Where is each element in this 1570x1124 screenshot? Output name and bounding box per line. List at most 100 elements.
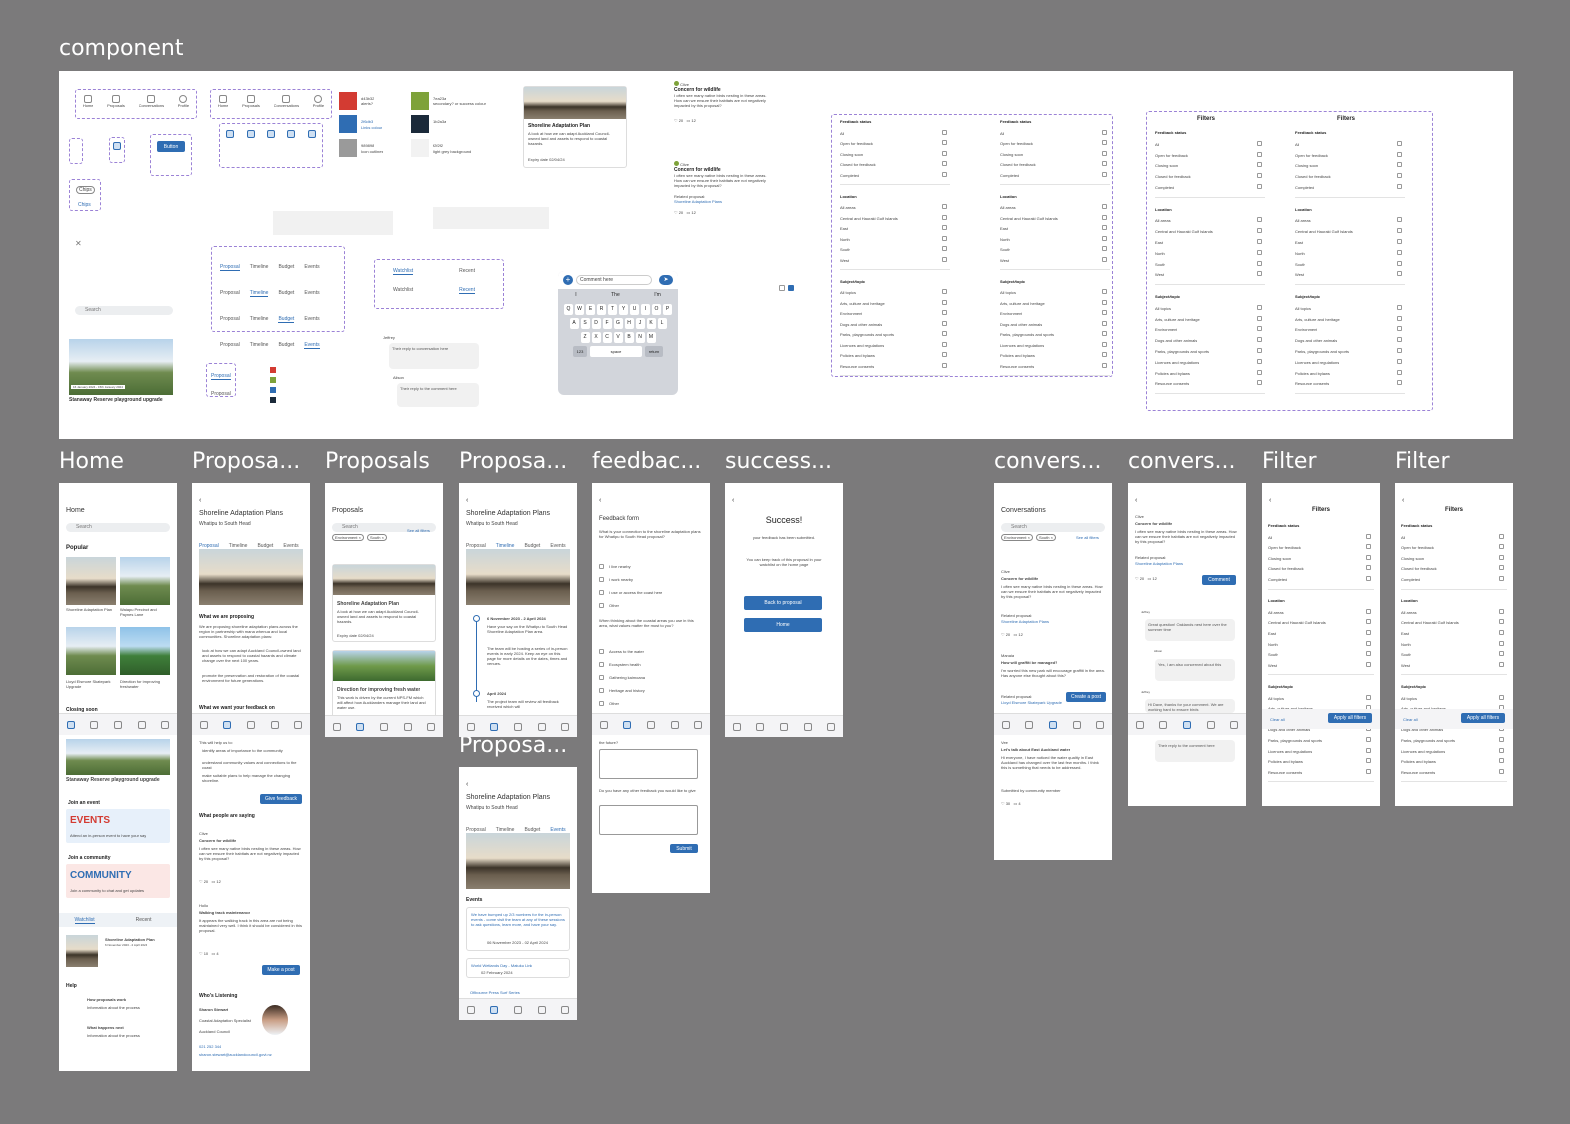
filter-checkbox[interactable] <box>942 320 947 326</box>
filter-option-label[interactable]: Environment <box>1155 327 1177 332</box>
filter-option-label[interactable]: North <box>1295 251 1305 256</box>
document-icon[interactable] <box>756 722 765 731</box>
filter-option-label[interactable]: Parks, playgrounds and sports <box>1000 332 1054 337</box>
clear-all-link[interactable]: Clear all <box>1270 717 1285 722</box>
closing-soon-image[interactable] <box>66 739 170 775</box>
filter-option-label[interactable]: Arts, culture and heritage <box>1155 317 1200 322</box>
filter-checkbox[interactable] <box>1366 608 1371 614</box>
chat-icon[interactable] <box>646 720 655 729</box>
filter-checkbox[interactable] <box>1257 337 1262 343</box>
filter-option-label[interactable]: Licences and regulations <box>1268 749 1312 754</box>
filter-option-label[interactable]: Policies and bylaws <box>1155 371 1190 376</box>
filter-checkbox[interactable] <box>1397 358 1402 364</box>
send-icon[interactable]: ➤ <box>659 275 673 285</box>
filter-option-label[interactable]: West <box>1268 663 1277 668</box>
filter-checkbox[interactable] <box>1257 358 1262 364</box>
filter-option-label[interactable]: Closing soon <box>1155 163 1178 168</box>
create-post-button[interactable]: Create a post <box>1066 692 1106 702</box>
chat-icon[interactable] <box>779 722 788 731</box>
filter-checkbox[interactable] <box>1397 304 1402 310</box>
filter-checkbox[interactable] <box>1499 554 1504 560</box>
filter-option-label[interactable]: South <box>1155 262 1165 267</box>
feedback-textarea-2[interactable] <box>599 805 698 835</box>
filter-checkbox[interactable] <box>1257 249 1262 255</box>
back-icon[interactable]: ‹ <box>466 781 468 788</box>
filter-checkbox[interactable] <box>1499 768 1504 774</box>
option-checkbox[interactable] <box>599 675 604 680</box>
filter-checkbox[interactable] <box>1102 235 1107 241</box>
search-input-component[interactable]: Search <box>75 306 173 315</box>
home-button[interactable]: Home <box>744 618 822 632</box>
key-h[interactable]: H <box>624 318 634 329</box>
filter-checkbox[interactable] <box>1102 129 1107 135</box>
key-c[interactable]: C <box>602 332 612 343</box>
back-icon[interactable]: ‹ <box>1269 497 1271 504</box>
filter-checkbox[interactable] <box>1397 326 1402 332</box>
feedback-option[interactable]: Access to the water <box>599 648 703 661</box>
filter-checkbox[interactable] <box>1499 608 1504 614</box>
bell-icon[interactable] <box>827 722 836 731</box>
key-r[interactable]: R <box>597 304 606 315</box>
filter-option-label[interactable]: Closed for feedback <box>1268 566 1304 571</box>
back-to-proposal-button[interactable]: Back to proposal <box>744 596 822 610</box>
filter-option-label[interactable]: All areas <box>1000 205 1016 210</box>
filter-option-label[interactable]: All topics <box>840 290 856 295</box>
close-icon[interactable]: ✕ <box>75 239 82 248</box>
filter-checkbox[interactable] <box>1102 341 1107 347</box>
option-checkbox[interactable] <box>599 662 604 667</box>
filter-option-label[interactable]: East <box>1268 631 1276 636</box>
back-icon[interactable]: ‹ <box>732 497 734 504</box>
filter-checkbox[interactable] <box>1102 225 1107 230</box>
key-u[interactable]: U <box>630 304 639 315</box>
filter-option-label[interactable]: West <box>1155 272 1164 277</box>
key-s[interactable]: S <box>580 318 590 329</box>
filter-checkbox[interactable] <box>942 289 947 294</box>
feedback-option[interactable]: I work nearby <box>599 576 703 589</box>
filter-option-label[interactable]: All <box>840 131 844 136</box>
filter-checkbox[interactable] <box>1257 239 1262 244</box>
chat-icon[interactable] <box>1182 720 1191 729</box>
filter-option-label[interactable]: Open for feedback <box>1155 153 1188 158</box>
space-key[interactable]: space <box>590 346 642 357</box>
filter-option-label[interactable]: Open for feedback <box>1295 153 1328 158</box>
document-icon[interactable] <box>490 722 499 731</box>
profile-icon[interactable] <box>537 722 546 731</box>
filter-option-label[interactable]: West <box>1000 258 1009 263</box>
filter-checkbox[interactable] <box>1102 150 1107 156</box>
filter-checkbox[interactable] <box>1102 362 1107 368</box>
event-card-1[interactable]: We have bumped up 2/3 numbers for the in… <box>466 907 570 951</box>
filter-option-label[interactable]: Dogs and other animals <box>1000 322 1042 327</box>
home-icon[interactable] <box>732 722 741 731</box>
filter-option-label[interactable]: South <box>1000 247 1010 252</box>
filter-checkbox[interactable] <box>942 204 947 209</box>
option-checkbox[interactable] <box>599 590 604 595</box>
filter-option-label[interactable]: South <box>1268 652 1278 657</box>
filter-option-label[interactable]: East <box>1401 631 1409 636</box>
filter-checkbox[interactable] <box>942 299 947 305</box>
bell-icon[interactable] <box>561 1005 570 1014</box>
proposal-card[interactable]: Shoreline Adaptation Plan A look at how … <box>332 564 436 642</box>
filter-option-label[interactable]: Completed <box>1295 185 1314 190</box>
filter-checkbox[interactable] <box>1257 184 1262 189</box>
filter-option-label[interactable]: Central and Hauraki Gulf Islands <box>840 216 898 221</box>
chat-icon[interactable] <box>113 720 122 729</box>
filter-option-label[interactable]: Closing soon <box>1000 152 1023 157</box>
filter-checkbox[interactable] <box>1397 162 1402 168</box>
watchlist-image[interactable] <box>66 935 98 967</box>
filter-option-label[interactable]: Completed <box>1268 577 1287 582</box>
filter-checkbox[interactable] <box>942 246 947 251</box>
filter-checkbox[interactable] <box>1102 171 1107 177</box>
filter-checkbox[interactable] <box>942 161 947 166</box>
filter-option-label[interactable]: Arts, culture and heritage <box>840 301 885 306</box>
filter-option-label[interactable]: Policies and bylaws <box>1268 759 1303 764</box>
back-icon[interactable]: ‹ <box>199 497 201 504</box>
filter-checkbox[interactable] <box>942 150 947 156</box>
chat-icon[interactable] <box>1048 720 1057 729</box>
filter-checkbox[interactable] <box>1397 184 1402 189</box>
filter-checkbox[interactable] <box>1499 747 1504 753</box>
filter-checkbox[interactable] <box>1257 348 1262 353</box>
filter-checkbox[interactable] <box>1499 651 1504 657</box>
filter-option-label[interactable]: All topics <box>1155 306 1171 311</box>
comment-actions-2[interactable]: ♡ 10 ▭ 4 <box>199 951 219 956</box>
key-x[interactable]: X <box>591 332 601 343</box>
